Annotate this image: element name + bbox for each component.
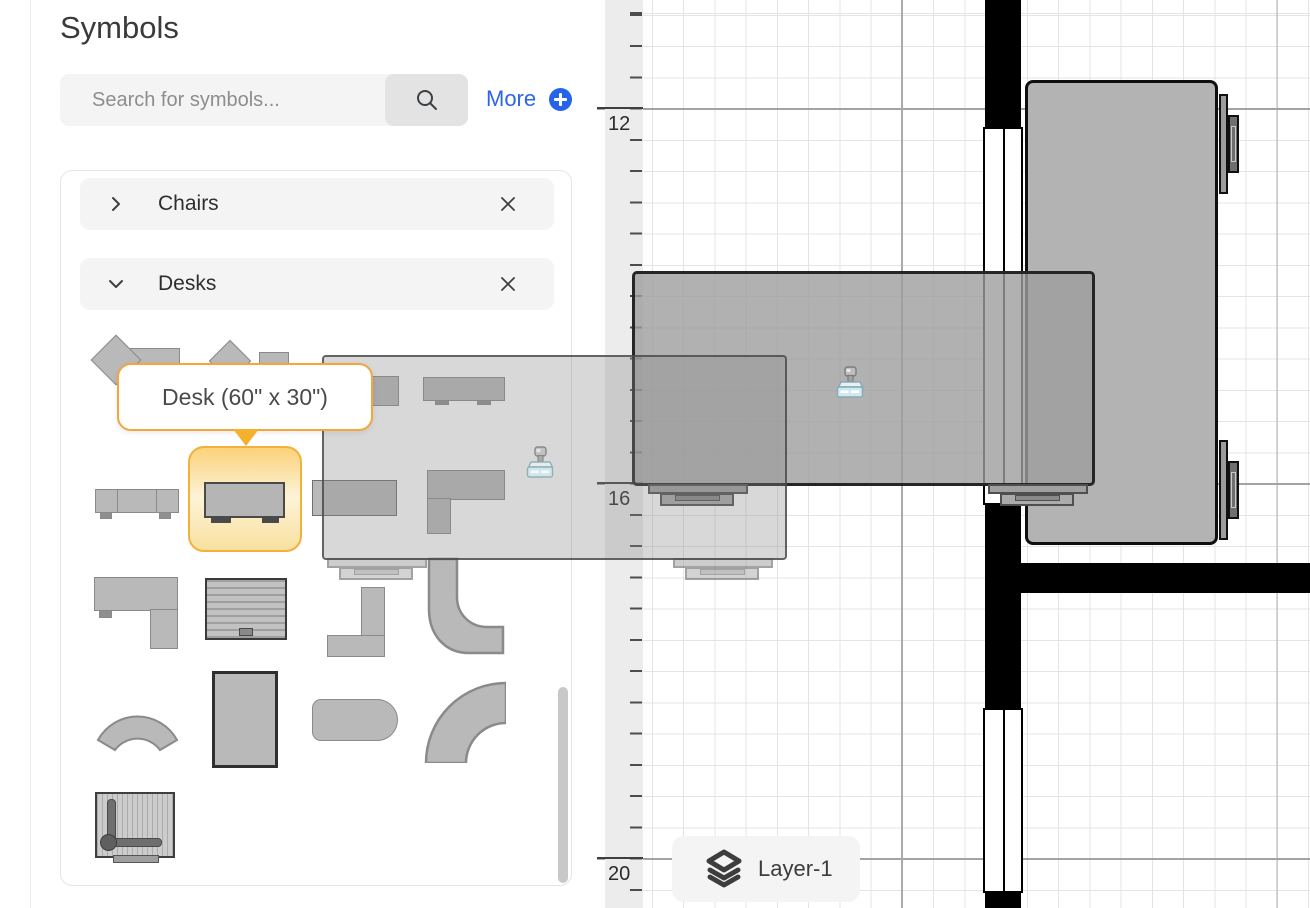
chevron-right-icon	[106, 194, 126, 214]
symbol-tooltip: Desk (60" x 30")	[117, 363, 373, 431]
layer-badge-label: Layer-1	[758, 856, 833, 882]
section-header-desks[interactable]: Desks	[80, 258, 554, 310]
symbol-arc-desk-segment[interactable]	[95, 696, 180, 752]
symbol-drafting-table[interactable]	[95, 792, 175, 862]
close-icon[interactable]	[498, 194, 518, 214]
section-label: Chairs	[158, 192, 219, 216]
drag-ghost-desk	[322, 355, 787, 560]
plus-circle-icon	[549, 88, 572, 111]
symbol-l-desk-right[interactable]	[94, 577, 178, 651]
symbol-desk-double-pedestal[interactable]	[95, 489, 179, 527]
section-label: Desks	[158, 272, 216, 296]
layer-badge[interactable]: Layer-1	[672, 836, 860, 902]
more-shapes-link[interactable]: More	[486, 86, 572, 112]
chevron-down-icon	[106, 274, 126, 294]
ruler-label: 12	[608, 113, 630, 136]
tooltip-caret	[233, 429, 259, 446]
stamp-cursor-icon	[526, 446, 554, 480]
symbol-rounded-end-desk[interactable]	[312, 699, 398, 741]
symbol-tambour-cabinet[interactable]	[205, 578, 287, 640]
desk-foot	[988, 484, 1088, 510]
gridline-major	[1276, 0, 1278, 908]
search-button[interactable]	[385, 74, 468, 126]
symbol-rect-desk-vertical[interactable]	[212, 671, 278, 768]
drag-ghost-foot	[673, 558, 773, 584]
symbol-l-desk-rotated[interactable]	[327, 575, 385, 657]
search-input[interactable]	[60, 74, 392, 126]
symbol-desk-60x30-selected[interactable]	[188, 446, 302, 552]
panel-title: Symbols	[60, 10, 179, 46]
panel-left-divider	[30, 0, 31, 908]
desk-foot	[1219, 94, 1241, 194]
magnifier-icon	[415, 88, 439, 112]
symbol-search	[60, 74, 468, 126]
more-label: More	[486, 86, 536, 112]
symbol-curved-elbow-desk[interactable]	[427, 557, 505, 655]
wall-segment[interactable]	[985, 0, 1021, 127]
window-symbol[interactable]	[983, 708, 1023, 893]
close-icon[interactable]	[498, 274, 518, 294]
app-root: { "panel": { "title": "Symbols", "search…	[0, 0, 1310, 908]
wall-segment[interactable]	[1017, 563, 1310, 593]
ruler-label: 20	[608, 863, 630, 886]
section-header-chairs[interactable]: Chairs	[80, 178, 554, 230]
symbol-quarter-round-desk[interactable]	[420, 677, 506, 763]
drag-ghost-foot	[327, 558, 427, 584]
layers-icon	[706, 848, 742, 890]
stamp-cursor-icon	[836, 366, 864, 400]
wall-segment[interactable]	[985, 893, 1021, 908]
panel-scrollbar-thumb[interactable]	[558, 687, 568, 883]
desk-foot	[1219, 440, 1241, 540]
wall-segment[interactable]	[985, 505, 1021, 708]
